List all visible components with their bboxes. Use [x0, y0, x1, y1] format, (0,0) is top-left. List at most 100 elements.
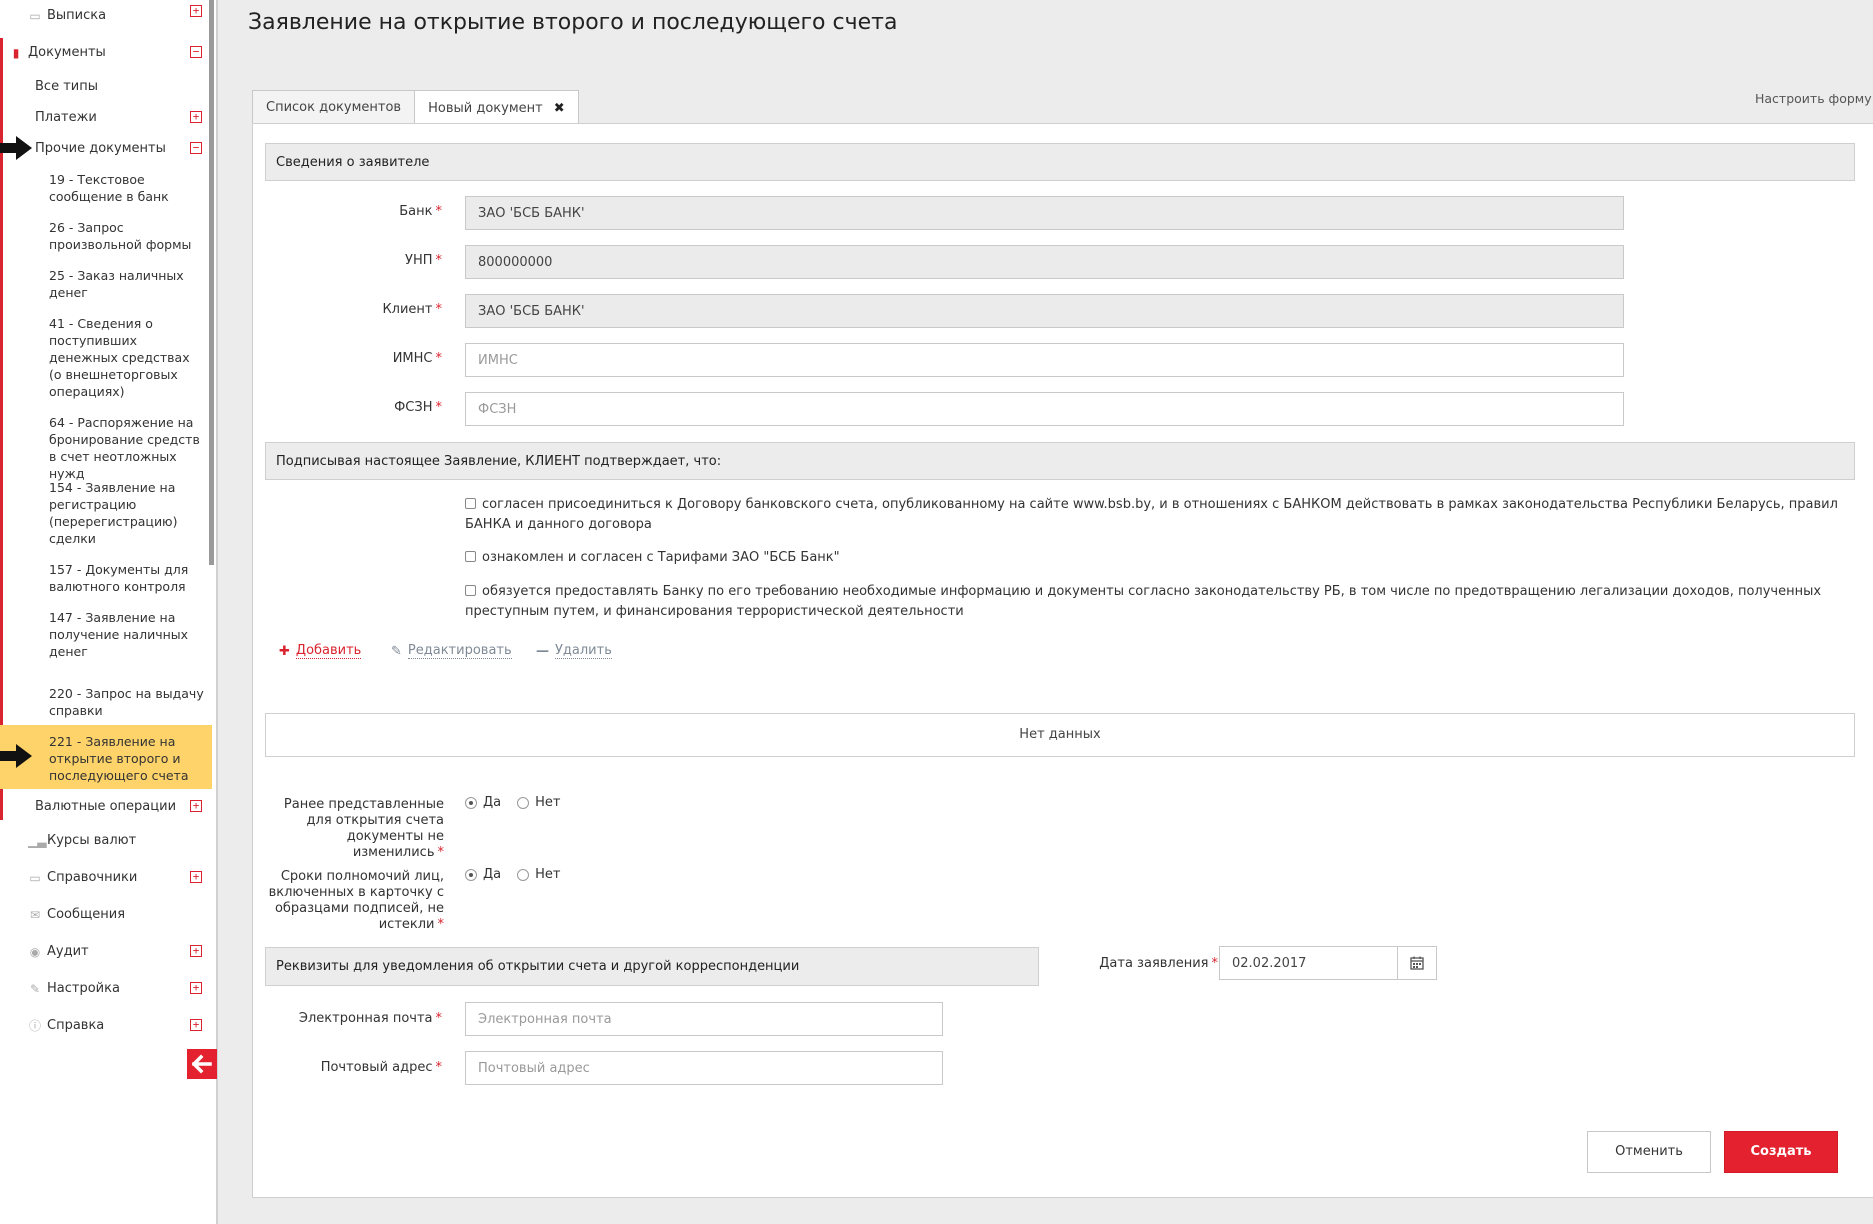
address-label: Почтовый адрес *: [320, 1060, 442, 1075]
obligation-checkbox[interactable]: [465, 585, 476, 596]
plus-icon: ✚: [279, 643, 290, 659]
docs-unchanged-radio-group: Да Нет: [465, 795, 576, 810]
sidebar-item-rates[interactable]: ▁▃ Курсы валют: [0, 822, 212, 859]
doc-type-154[interactable]: 154 - Заявление на регистрацию (перереги…: [0, 479, 212, 547]
section-title: Подписывая настоящее Заявление, КЛИЕНТ п…: [276, 453, 722, 469]
sidebar-item-label: Валютные операции: [35, 799, 177, 814]
date-field[interactable]: [1219, 946, 1398, 980]
doc-type-157[interactable]: 157 - Документы для валютного контроля: [0, 561, 212, 595]
sidebar-item-label: Курсы валют: [47, 833, 137, 848]
sidebar-item-label: Справка: [47, 1018, 105, 1033]
tab-label: Список документов: [266, 100, 402, 115]
tab-document-list[interactable]: Список документов: [252, 90, 416, 124]
radio-button[interactable]: [517, 796, 530, 809]
expand-icon[interactable]: +: [190, 945, 202, 957]
address-field[interactable]: [465, 1051, 943, 1085]
section-title: Сведения о заявителе: [276, 154, 430, 170]
radio-no[interactable]: Нет: [517, 795, 560, 810]
pointer-arrow-icon: [0, 744, 32, 768]
sidebar-item-all-types[interactable]: Все типы: [0, 71, 212, 102]
inbox-icon: ▭: [29, 8, 41, 23]
tab-new-document[interactable]: Новый документ ✖: [414, 90, 579, 125]
info-icon: ⓘ: [28, 1019, 41, 1033]
expand-icon[interactable]: +: [190, 800, 202, 812]
tariffs-checkbox[interactable]: [465, 551, 476, 562]
sidebar-item-help[interactable]: ⓘ Справка +: [0, 1007, 212, 1044]
bank-label: Банк *: [399, 204, 442, 219]
sidebar-item-label: Аудит: [47, 944, 89, 959]
arrow-left-icon: [191, 1054, 212, 1074]
section-applicant-header: Сведения о заявителе: [265, 143, 1855, 181]
client-field[interactable]: [465, 294, 1624, 328]
sidebar-item-label: Справочники: [47, 870, 138, 885]
imns-field[interactable]: [465, 343, 1624, 377]
radio-button[interactable]: [517, 868, 530, 881]
sidebar-item-vypiska[interactable]: ▭ Выписка +: [0, 0, 212, 34]
doc-type-147[interactable]: 147 - Заявление на получение наличных де…: [0, 609, 212, 660]
sidebar-item-payments[interactable]: Платежи +: [0, 102, 212, 133]
radio-no[interactable]: Нет: [517, 867, 560, 882]
bar-chart-icon: ▁▃: [28, 833, 47, 848]
close-tab-icon[interactable]: ✖: [554, 101, 565, 116]
bank-field[interactable]: [465, 196, 1624, 230]
expand-icon[interactable]: +: [190, 1019, 202, 1031]
collapse-icon[interactable]: −: [190, 46, 202, 58]
email-field[interactable]: [465, 1002, 943, 1036]
sidebar-item-audit[interactable]: ◉ Аудит +: [0, 933, 212, 970]
sidebar-item-label: Платежи: [35, 110, 97, 125]
section-confirm-header: Подписывая настоящее Заявление, КЛИЕНТ п…: [265, 442, 1855, 480]
add-button[interactable]: ✚ Добавить: [279, 643, 362, 659]
customize-form-link[interactable]: Настроить форму: [1755, 91, 1872, 106]
expand-icon[interactable]: +: [190, 5, 202, 17]
create-button[interactable]: Создать: [1724, 1131, 1838, 1173]
expand-icon[interactable]: +: [190, 871, 202, 883]
edit-button[interactable]: ✎ Редактировать: [391, 643, 512, 659]
collapse-sidebar-button[interactable]: [187, 1049, 217, 1079]
question-powers-not-expired: Сроки полномочий лиц, включенных в карто…: [268, 869, 444, 932]
eye-icon: ◉: [29, 944, 41, 959]
pointer-arrow-icon: [0, 136, 32, 160]
document-tabs: Список документов Новый документ ✖: [252, 90, 579, 125]
radio-button[interactable]: [465, 796, 477, 809]
doc-type-25[interactable]: 25 - Заказ наличных денег: [0, 267, 212, 301]
calendar-icon: [1410, 956, 1424, 970]
edit-icon: ✎: [391, 643, 402, 659]
confirm-item-2: ознакомлен и согласен с Тарифами ЗАО "БС…: [465, 548, 1855, 568]
checkbox-label: обязуется предоставлять Банку по его тре…: [465, 584, 1822, 619]
radio-button[interactable]: [465, 868, 477, 881]
delete-button[interactable]: — Удалить: [536, 643, 612, 659]
radio-yes[interactable]: Да: [465, 867, 501, 882]
sidebar-item-messages[interactable]: ✉ Сообщения: [0, 896, 212, 933]
calendar-button[interactable]: [1397, 946, 1437, 980]
collapse-icon[interactable]: −: [190, 142, 202, 154]
radio-yes[interactable]: Да: [465, 795, 501, 810]
sidebar: ▭ Выписка + ▮ Документы − Все типы Плате…: [0, 0, 218, 1224]
doc-type-19[interactable]: 19 - Текстовое сообщение в банк: [0, 171, 212, 205]
folder-icon: ▭: [29, 870, 41, 885]
empty-table-message: Нет данных: [265, 713, 1855, 757]
wrench-icon: ✎: [29, 981, 41, 996]
edit-label: Редактировать: [407, 643, 512, 659]
add-label: Добавить: [295, 643, 362, 659]
sidebar-item-label: Документы: [28, 45, 106, 60]
sidebar-item-directories[interactable]: ▭ Справочники +: [0, 859, 212, 896]
expand-icon[interactable]: +: [190, 982, 202, 994]
sidebar-item-documents[interactable]: ▮ Документы −: [0, 34, 212, 71]
client-label: Клиент *: [382, 302, 442, 317]
imns-label: ИМНС *: [392, 351, 442, 366]
sidebar-item-currency-ops[interactable]: Валютные операции +: [0, 791, 212, 822]
page-title: Заявление на открытие второго и последую…: [248, 10, 898, 35]
agreement-checkbox[interactable]: [465, 498, 476, 509]
tab-label: Новый документ: [428, 100, 543, 116]
doc-type-220[interactable]: 220 - Запрос на выдачу справки: [0, 685, 212, 719]
doc-type-41[interactable]: 41 - Сведения о поступивших денежных сре…: [0, 315, 212, 400]
expand-icon[interactable]: +: [190, 111, 202, 123]
cancel-button[interactable]: Отменить: [1587, 1131, 1711, 1173]
doc-type-26[interactable]: 26 - Запрос произвольной формы: [0, 219, 212, 253]
sidebar-item-settings[interactable]: ✎ Настройка +: [0, 970, 212, 1007]
fszn-field[interactable]: [465, 392, 1624, 426]
unp-label: УНП *: [405, 253, 442, 268]
doc-type-64[interactable]: 64 - Распоряжение на бронирование средст…: [0, 414, 212, 482]
unp-field[interactable]: [465, 245, 1624, 279]
checkbox-label: согласен присоединиться к Договору банко…: [465, 497, 1838, 532]
